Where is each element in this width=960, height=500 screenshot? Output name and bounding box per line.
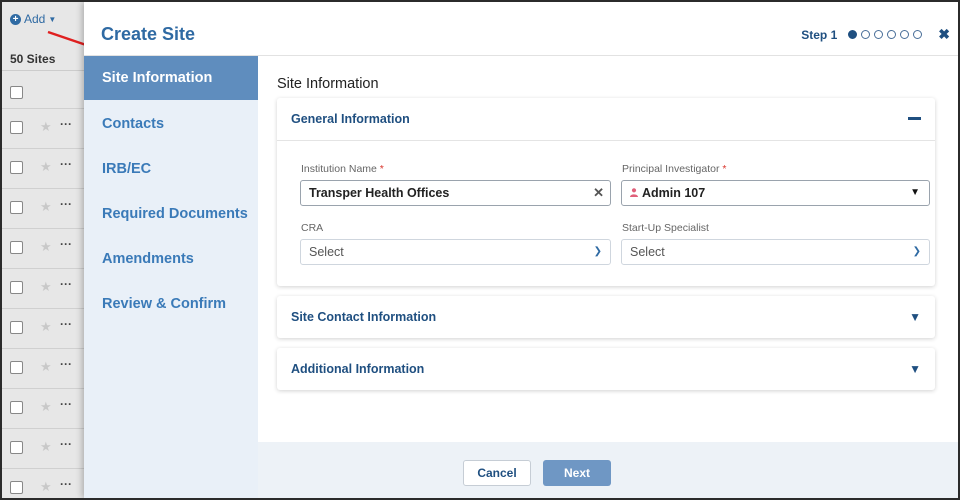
principal-investigator-label: Principal Investigator * (622, 163, 727, 175)
nav-item-contacts[interactable]: Contacts (84, 102, 258, 146)
step-dot (848, 30, 858, 39)
star-icon[interactable]: ★ (40, 399, 52, 415)
start-up-specialist-select[interactable]: Select ❯ (621, 239, 930, 265)
star-icon[interactable]: ★ (40, 439, 52, 455)
more-options-icon[interactable]: ··· (60, 477, 72, 491)
wizard-nav: Site Information Contacts IRB/EC Require… (84, 56, 258, 498)
step-dot (887, 30, 897, 39)
more-options-icon[interactable]: ··· (60, 237, 72, 251)
step-dot (900, 30, 910, 39)
step-label: Step 1 (801, 27, 838, 42)
site-row[interactable]: ★ ··· (2, 228, 84, 268)
institution-name-field[interactable]: Transper Health Offices ✕ (300, 180, 611, 206)
clear-icon[interactable]: ✕ (593, 181, 604, 205)
general-information-header[interactable]: General Information (277, 98, 935, 140)
row-checkbox[interactable] (10, 121, 23, 134)
institution-name-value: Transper Health Offices (309, 186, 450, 200)
site-row[interactable]: ★ ··· (2, 148, 84, 188)
site-row[interactable]: ★ ··· (2, 188, 84, 228)
modal-title: Create Site (101, 24, 196, 44)
row-checkbox[interactable] (10, 281, 23, 294)
cancel-button[interactable]: Cancel (463, 460, 531, 486)
more-options-icon[interactable]: ··· (60, 397, 72, 411)
more-options-icon[interactable]: ··· (60, 357, 72, 371)
caret-down-icon: ▼ (48, 14, 57, 24)
row-checkbox[interactable] (10, 401, 23, 414)
star-icon[interactable]: ★ (40, 359, 52, 375)
step-dot (913, 30, 923, 39)
nav-item-amendments[interactable]: Amendments (84, 237, 258, 281)
step-dot (861, 30, 871, 39)
row-checkbox[interactable] (10, 241, 23, 254)
site-row[interactable]: ★ ··· (2, 308, 84, 348)
nav-item-site-information[interactable]: Site Information (84, 56, 258, 100)
step-dot (874, 30, 884, 39)
more-options-icon[interactable]: ··· (60, 437, 72, 451)
site-row[interactable]: ★ ··· (2, 108, 84, 148)
site-row[interactable]: ★ ··· (2, 348, 84, 388)
collapse-minus-icon[interactable] (908, 117, 921, 120)
start-up-specialist-value: Select (630, 245, 665, 259)
site-row[interactable]: ★ ··· (2, 468, 84, 498)
close-icon[interactable]: ✖ (938, 26, 950, 43)
star-icon[interactable]: ★ (40, 199, 52, 215)
more-options-icon[interactable]: ··· (60, 317, 72, 331)
chevron-down-icon[interactable]: ❯ (594, 240, 602, 264)
divider (2, 70, 84, 71)
modal-header: Create Site Step 1 ✖ (84, 2, 958, 56)
expand-caret-icon[interactable]: ▼ (909, 348, 921, 390)
row-checkbox[interactable] (10, 441, 23, 454)
row-checkbox[interactable] (10, 361, 23, 374)
nav-item-review-confirm[interactable]: Review & Confirm (84, 282, 258, 326)
step-dots (844, 30, 923, 39)
institution-name-label: Institution Name * (301, 163, 384, 175)
background-site-list: + Add ▼ 50 Sites ★ ··· ★ ··· ★ ··· ★ ··· ★ ··· ★ ··… (2, 2, 84, 498)
site-row[interactable]: ★ ··· (2, 388, 84, 428)
additional-information-panel: Additional Information ▼ (277, 348, 935, 390)
star-icon[interactable]: ★ (40, 319, 52, 335)
general-information-panel: General Information Institution Name * T… (277, 98, 935, 286)
star-icon[interactable]: ★ (40, 279, 52, 295)
site-row[interactable]: ★ ··· (2, 268, 84, 308)
divider (277, 140, 935, 141)
cra-label: CRA (301, 222, 324, 234)
user-icon (630, 188, 638, 197)
step-indicator: Step 1 ✖ (801, 26, 950, 43)
row-checkbox[interactable] (10, 321, 23, 334)
app-frame: + Add ▼ 50 Sites ★ ··· ★ ··· ★ ··· ★ ··· ★ ··· ★ ··… (0, 0, 960, 500)
star-icon[interactable]: ★ (40, 479, 52, 495)
row-checkbox[interactable] (10, 481, 23, 494)
more-options-icon[interactable]: ··· (60, 197, 72, 211)
add-label: Add (24, 12, 46, 26)
chevron-down-icon[interactable]: ❯ (913, 240, 921, 264)
site-contact-information-header[interactable]: Site Contact Information (277, 296, 935, 338)
caret-down-icon[interactable]: ▼ (910, 181, 920, 205)
next-button[interactable]: Next (543, 460, 611, 486)
start-up-specialist-label: Start-Up Specialist (622, 222, 709, 234)
select-all-checkbox[interactable] (10, 86, 23, 99)
plus-circle-icon: + (10, 13, 21, 25)
row-checkbox[interactable] (10, 161, 23, 174)
star-icon[interactable]: ★ (40, 239, 52, 255)
principal-investigator-value: Admin 107 (642, 186, 706, 200)
create-site-modal: Create Site Step 1 ✖ Site Information Co… (84, 2, 958, 498)
add-button[interactable]: + Add ▼ (10, 12, 56, 26)
principal-investigator-select[interactable]: Admin 107 ▼ (621, 180, 930, 206)
nav-item-irb-ec[interactable]: IRB/EC (84, 147, 258, 191)
star-icon[interactable]: ★ (40, 159, 52, 175)
cra-value: Select (309, 245, 344, 259)
more-options-icon[interactable]: ··· (60, 117, 72, 131)
expand-caret-icon[interactable]: ▼ (909, 296, 921, 338)
more-options-icon[interactable]: ··· (60, 277, 72, 291)
row-checkbox[interactable] (10, 201, 23, 214)
site-contact-information-panel: Site Contact Information ▼ (277, 296, 935, 338)
site-row[interactable]: ★ ··· (2, 428, 84, 468)
section-title: Site Information (277, 76, 379, 92)
main-content: Site Information General Information Ins… (258, 56, 958, 498)
nav-item-required-documents[interactable]: Required Documents (84, 192, 258, 236)
cra-select[interactable]: Select ❯ (300, 239, 611, 265)
star-icon[interactable]: ★ (40, 119, 52, 135)
more-options-icon[interactable]: ··· (60, 157, 72, 171)
additional-information-header[interactable]: Additional Information (277, 348, 935, 390)
